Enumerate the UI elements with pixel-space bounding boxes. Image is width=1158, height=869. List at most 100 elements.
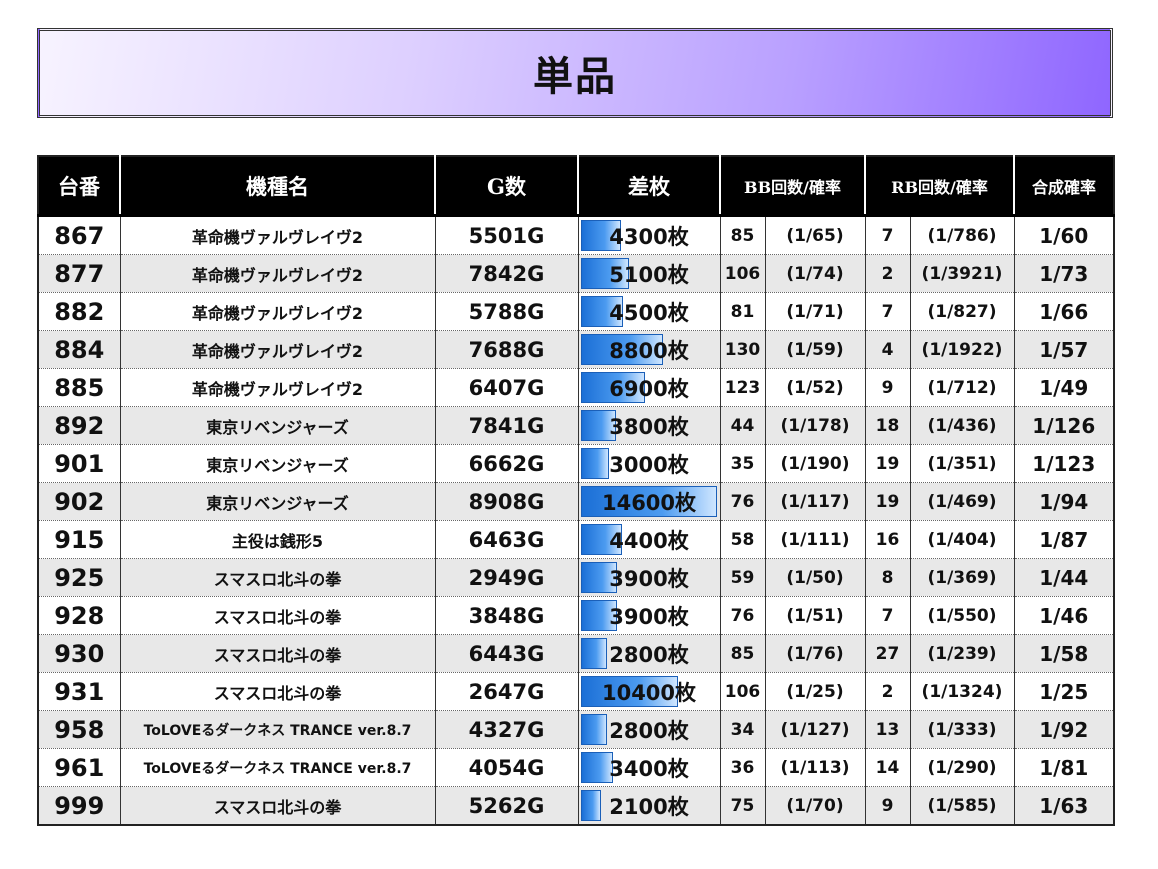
rb-count: 2 bbox=[865, 672, 911, 711]
diff-cell: 3000枚 bbox=[578, 444, 721, 483]
bb-count: 35 bbox=[720, 444, 766, 483]
page-title: 単品 bbox=[533, 54, 617, 100]
bb-rate: (1/117) bbox=[765, 482, 866, 521]
diff-cell: 5100枚 bbox=[578, 254, 721, 293]
bb-rate: (1/50) bbox=[765, 558, 866, 597]
title-banner: 単品 bbox=[37, 28, 1113, 118]
diff-value: 4400枚 bbox=[609, 528, 689, 553]
machine-number: 928 bbox=[38, 596, 121, 635]
table-row: 885 革命機ヴァルヴレイヴ2 6407G 6900枚 123 (1/52) 9 (1/712… bbox=[38, 368, 1115, 407]
bb-rate: (1/76) bbox=[765, 634, 866, 673]
model-name: スマスロ北斗の拳 bbox=[120, 672, 436, 711]
bb-rate: (1/52) bbox=[765, 368, 866, 407]
machine-number: 930 bbox=[38, 634, 121, 673]
combined-rate: 1/66 bbox=[1014, 292, 1115, 331]
game-count: 7842G bbox=[435, 254, 579, 293]
header-diff: 差枚 bbox=[578, 156, 721, 217]
diff-cell: 8800枚 bbox=[578, 330, 721, 369]
game-count: 5788G bbox=[435, 292, 579, 331]
rb-rate: (1/3921) bbox=[910, 254, 1015, 293]
diff-cell: 2800枚 bbox=[578, 710, 721, 749]
bb-rate: (1/190) bbox=[765, 444, 866, 483]
rb-count: 16 bbox=[865, 520, 911, 559]
rb-rate: (1/404) bbox=[910, 520, 1015, 559]
bb-rate: (1/65) bbox=[765, 215, 866, 255]
table-row: 915 主役は銭形5 6463G 4400枚 58 (1/111) 16 (1/404) 1/8… bbox=[38, 520, 1115, 559]
diff-value: 2800枚 bbox=[609, 718, 689, 743]
bb-count: 85 bbox=[720, 634, 766, 673]
combined-rate: 1/58 bbox=[1014, 634, 1115, 673]
diff-bar bbox=[580, 714, 607, 745]
game-count: 2647G bbox=[435, 672, 579, 711]
table-row: 877 革命機ヴァルヴレイヴ2 7842G 5100枚 106 (1/74) 2 (1/392… bbox=[38, 254, 1115, 293]
table-row: 892 東京リベンジャーズ 7841G 3800枚 44 (1/178) 18 (1/436)… bbox=[38, 406, 1115, 445]
diff-cell: 3400枚 bbox=[578, 748, 721, 787]
combined-rate: 1/25 bbox=[1014, 672, 1115, 711]
diff-bar bbox=[580, 448, 609, 479]
rb-count: 13 bbox=[865, 710, 911, 749]
diff-value: 8800枚 bbox=[609, 338, 689, 363]
diff-value: 3900枚 bbox=[609, 566, 689, 591]
rb-count: 7 bbox=[865, 292, 911, 331]
bb-rate: (1/113) bbox=[765, 748, 866, 787]
results-table: 台番 機種名 G数 差枚 BB回数/確率 RB回数/確率 合成確率 867 革命機… bbox=[37, 155, 1116, 826]
model-name: 革命機ヴァルヴレイヴ2 bbox=[120, 368, 436, 407]
bb-count: 130 bbox=[720, 330, 766, 369]
diff-value: 3400枚 bbox=[609, 756, 689, 781]
diff-cell: 4300枚 bbox=[578, 215, 721, 255]
combined-rate: 1/123 bbox=[1014, 444, 1115, 483]
diff-cell: 2100枚 bbox=[578, 786, 721, 826]
model-name: 東京リベンジャーズ bbox=[120, 444, 436, 483]
rb-count: 7 bbox=[865, 596, 911, 635]
header-rb: RB回数/確率 bbox=[865, 156, 1016, 217]
diff-value: 10400枚 bbox=[601, 680, 697, 705]
combined-rate: 1/49 bbox=[1014, 368, 1115, 407]
model-name: スマスロ北斗の拳 bbox=[120, 786, 436, 826]
bb-count: 106 bbox=[720, 254, 766, 293]
rb-rate: (1/369) bbox=[910, 558, 1015, 597]
bb-count: 58 bbox=[720, 520, 766, 559]
model-name: 革命機ヴァルヴレイヴ2 bbox=[120, 254, 436, 293]
rb-rate: (1/239) bbox=[910, 634, 1015, 673]
diff-value: 14600枚 bbox=[601, 490, 697, 515]
bb-rate: (1/59) bbox=[765, 330, 866, 369]
table-row: 882 革命機ヴァルヴレイヴ2 5788G 4500枚 81 (1/71) 7 (1/827)… bbox=[38, 292, 1115, 331]
header-no: 台番 bbox=[38, 156, 121, 217]
diff-value: 4300枚 bbox=[609, 224, 689, 249]
bb-rate: (1/70) bbox=[765, 786, 866, 826]
diff-bar bbox=[580, 790, 601, 821]
bb-count: 123 bbox=[720, 368, 766, 407]
game-count: 6662G bbox=[435, 444, 579, 483]
rb-rate: (1/333) bbox=[910, 710, 1015, 749]
game-count: 4054G bbox=[435, 748, 579, 787]
machine-number: 882 bbox=[38, 292, 121, 331]
rb-rate: (1/712) bbox=[910, 368, 1015, 407]
rb-rate: (1/469) bbox=[910, 482, 1015, 521]
game-count: 6463G bbox=[435, 520, 579, 559]
bb-count: 44 bbox=[720, 406, 766, 445]
rb-rate: (1/351) bbox=[910, 444, 1015, 483]
rb-rate: (1/436) bbox=[910, 406, 1015, 445]
rb-rate: (1/550) bbox=[910, 596, 1015, 635]
game-count: 8908G bbox=[435, 482, 579, 521]
header-combined: 合成確率 bbox=[1014, 156, 1115, 217]
diff-cell: 10400枚 bbox=[578, 672, 721, 711]
diff-cell: 3900枚 bbox=[578, 558, 721, 597]
header-row: 台番 機種名 G数 差枚 BB回数/確率 RB回数/確率 合成確率 bbox=[38, 156, 1115, 217]
rb-rate: (1/786) bbox=[910, 215, 1015, 255]
combined-rate: 1/73 bbox=[1014, 254, 1115, 293]
rb-rate: (1/827) bbox=[910, 292, 1015, 331]
machine-number: 902 bbox=[38, 482, 121, 521]
model-name: 東京リベンジャーズ bbox=[120, 406, 436, 445]
game-count: 4327G bbox=[435, 710, 579, 749]
game-count: 2949G bbox=[435, 558, 579, 597]
machine-number: 915 bbox=[38, 520, 121, 559]
machine-number: 867 bbox=[38, 215, 121, 255]
rb-rate: (1/1324) bbox=[910, 672, 1015, 711]
header-games: G数 bbox=[435, 156, 579, 217]
table-row: 902 東京リベンジャーズ 8908G 14600枚 76 (1/117) 19 (1/469… bbox=[38, 482, 1115, 521]
bb-rate: (1/51) bbox=[765, 596, 866, 635]
machine-number: 877 bbox=[38, 254, 121, 293]
combined-rate: 1/81 bbox=[1014, 748, 1115, 787]
rb-count: 18 bbox=[865, 406, 911, 445]
